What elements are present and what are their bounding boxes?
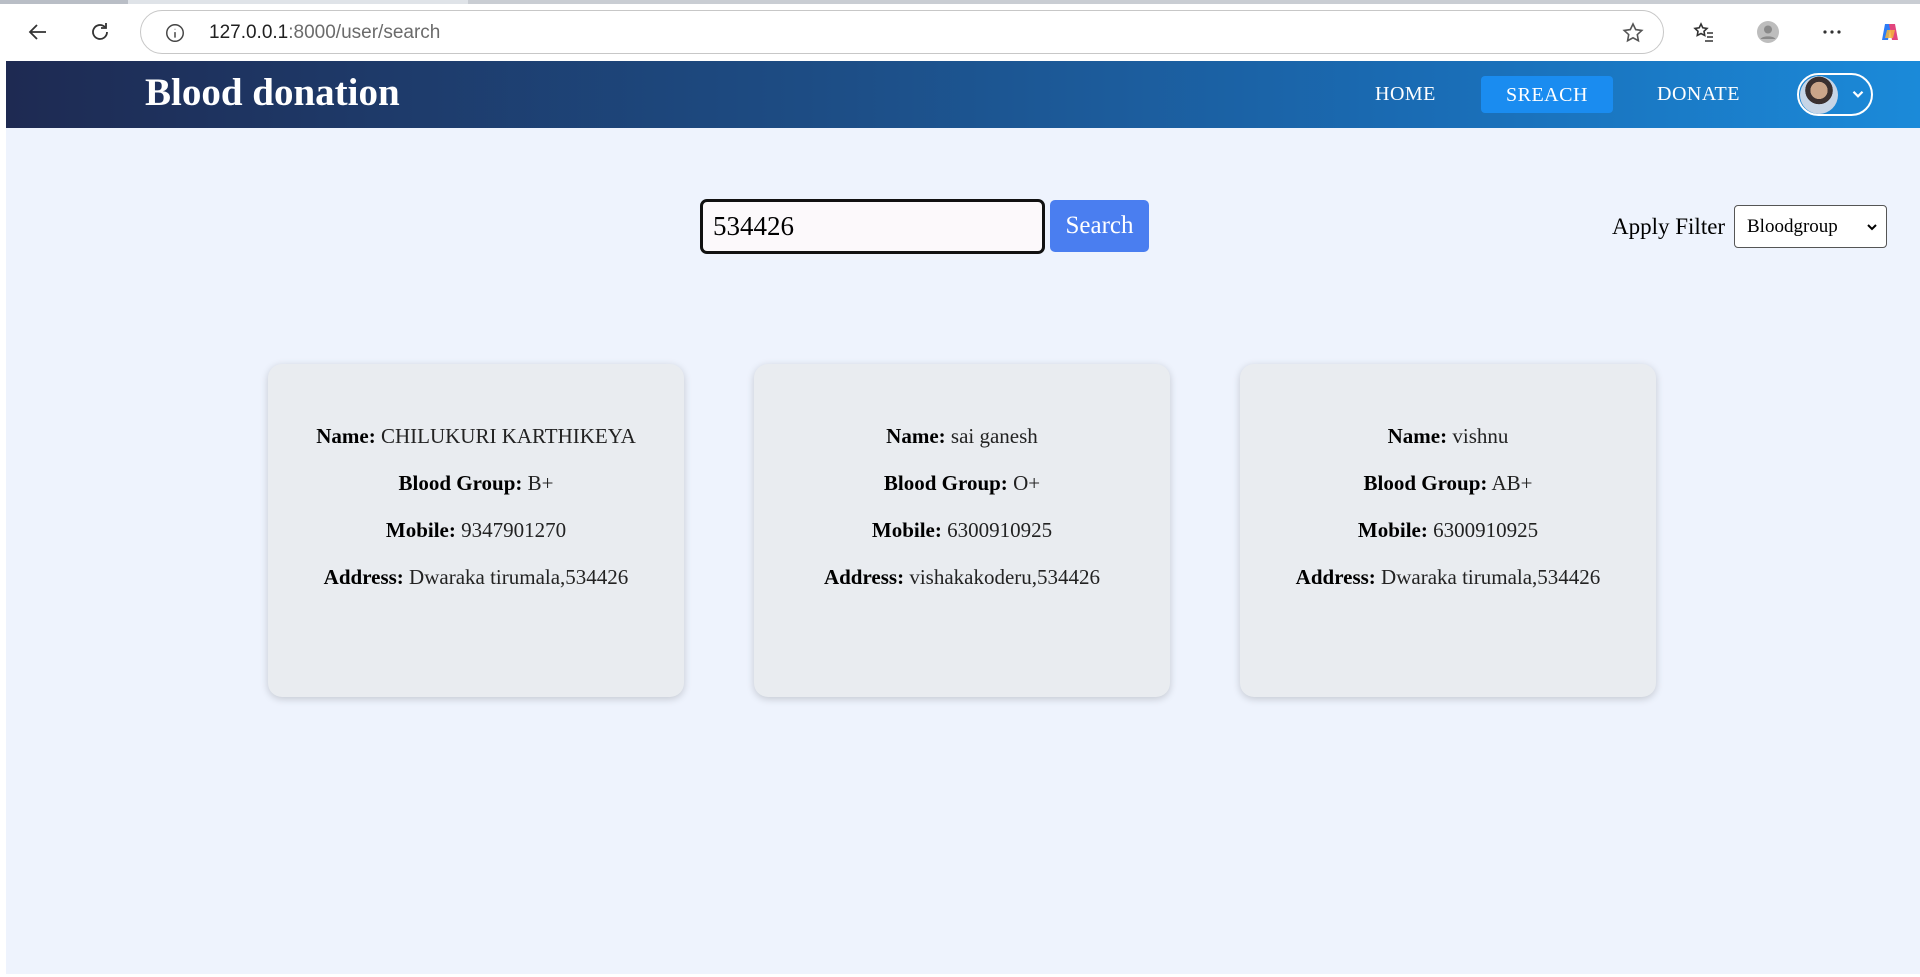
nav-home[interactable]: HOME <box>1375 83 1436 106</box>
donor-address-row: Address: vishakakoderu,534426 <box>823 565 1101 589</box>
search-input[interactable] <box>700 199 1045 254</box>
donor-address-row: Address: Dwaraka tirumala,534426 <box>1295 565 1601 589</box>
favorites-list-icon <box>1693 22 1713 42</box>
chevron-down-icon <box>1852 90 1864 98</box>
url-host: 127.0.0.1 <box>209 22 289 43</box>
user-menu[interactable] <box>1797 73 1873 116</box>
profile-button[interactable] <box>1748 12 1788 52</box>
chevron-down-icon <box>1867 224 1877 231</box>
tab-strip-segment <box>468 0 1920 4</box>
donor-address: vishakakoderu,534426 <box>909 565 1101 589</box>
profile-icon <box>1757 21 1779 43</box>
donor-name: vishnu <box>1452 424 1509 448</box>
donor-name-row: Name: CHILUKURI KARTHIKEYA <box>316 424 636 448</box>
donor-address: Dwaraka tirumala,534426 <box>409 565 629 589</box>
filter-label: Apply Filter <box>1612 214 1726 239</box>
donor-mobile-row: Mobile: 6300910925 <box>871 518 1053 542</box>
donor-bloodgroup-row: Blood Group: B+ <box>398 471 554 495</box>
navbar: Blood donation HOME SREACH DONATE <box>6 61 1920 128</box>
url-text[interactable]: 127.0.0.1:8000/user/search <box>209 22 440 44</box>
donor-address: Dwaraka tirumala,534426 <box>1381 565 1601 589</box>
donor-bloodgroup-row: Blood Group: O+ <box>883 471 1041 495</box>
donor-address-row: Address: Dwaraka tirumala,534426 <box>323 565 629 589</box>
donor-bloodgroup: O+ <box>1013 471 1041 495</box>
donor-card: Name: sai ganesh Blood Group: O+ Mobile:… <box>754 364 1170 697</box>
address-bar[interactable]: 127.0.0.1:8000/user/search <box>140 10 1664 54</box>
filter-selected-value: Bloodgroup <box>1747 216 1838 237</box>
copilot-icon <box>1882 24 1898 40</box>
site-info-icon[interactable] <box>163 21 187 45</box>
favorites-button[interactable] <box>1684 12 1724 52</box>
nav-search[interactable]: SREACH <box>1481 76 1613 113</box>
donor-name: sai ganesh <box>950 424 1038 448</box>
tab-strip <box>0 0 1920 4</box>
donor-mobile: 6300910925 <box>1433 518 1539 542</box>
more-dots-icon <box>1823 30 1841 34</box>
favorite-star-icon[interactable] <box>1621 21 1645 45</box>
donor-bloodgroup-row: Blood Group: AB+ <box>1363 471 1533 495</box>
bloodgroup-filter-select[interactable]: Bloodgroup <box>1734 205 1887 248</box>
donor-mobile: 6300910925 <box>947 518 1053 542</box>
reload-icon <box>92 23 108 40</box>
search-button[interactable]: Search <box>1050 200 1149 252</box>
reload-button[interactable] <box>80 12 120 52</box>
donor-mobile: 9347901270 <box>461 518 567 542</box>
active-tab-indicator <box>0 0 128 4</box>
brand-title[interactable]: Blood donation <box>145 70 400 115</box>
back-arrow-icon <box>28 24 46 40</box>
nav-donate[interactable]: DONATE <box>1657 83 1740 106</box>
donor-mobile-row: Mobile: 6300910925 <box>1357 518 1539 542</box>
url-path: :8000/user/search <box>288 22 441 43</box>
browser-toolbar: 127.0.0.1:8000/user/search <box>0 0 1920 61</box>
copilot-button[interactable] <box>1870 12 1910 52</box>
donor-mobile-row: Mobile: 9347901270 <box>385 518 567 542</box>
more-menu-button[interactable] <box>1812 12 1852 52</box>
page-content: Blood donation HOME SREACH DONATE Search… <box>6 61 1920 974</box>
donor-name-row: Name: vishnu <box>1387 424 1509 448</box>
donor-card: Name: CHILUKURI KARTHIKEYA Blood Group: … <box>268 364 684 697</box>
donor-bloodgroup: B+ <box>527 471 554 495</box>
donor-name: CHILUKURI KARTHIKEYA <box>380 424 636 448</box>
back-button[interactable] <box>18 12 58 52</box>
donor-name-row: Name: sai ganesh <box>886 424 1038 448</box>
avatar <box>1800 76 1838 114</box>
donor-card: Name: vishnu Blood Group: AB+ Mobile: 63… <box>1240 364 1656 697</box>
donor-bloodgroup: AB+ <box>1491 471 1533 495</box>
